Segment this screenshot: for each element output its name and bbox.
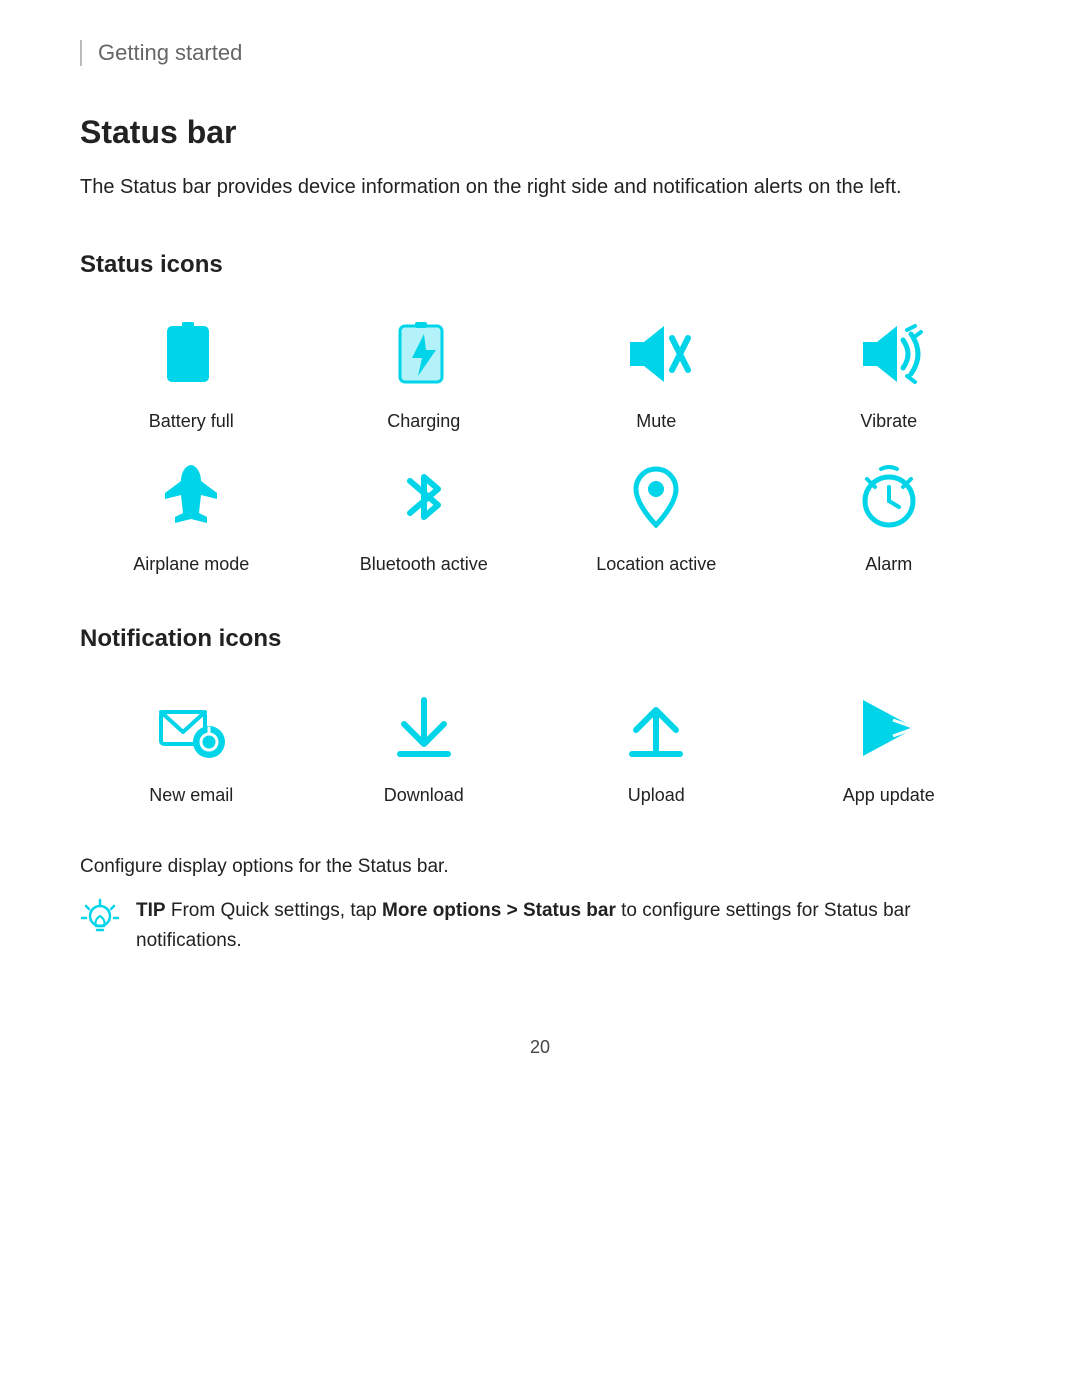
location-icon-box — [611, 452, 701, 542]
download-icon-box — [379, 683, 469, 773]
download-icon — [388, 692, 460, 764]
airplane-mode-item: Airplane mode — [80, 452, 303, 575]
bluetooth-label: Bluetooth active — [360, 554, 488, 575]
section-description: The Status bar provides device informati… — [80, 171, 1000, 203]
charging-item: Charging — [313, 309, 536, 432]
battery-full-label: Battery full — [149, 411, 234, 432]
tip-body: From Quick settings, tap — [166, 900, 382, 921]
airplane-mode-icon — [155, 461, 227, 533]
bluetooth-icon — [388, 461, 460, 533]
charging-icon — [388, 318, 460, 390]
tip-bold: More options > Status bar — [382, 900, 616, 921]
upload-icon-box — [611, 683, 701, 773]
battery-full-item: Battery full — [80, 309, 303, 432]
upload-label: Upload — [628, 785, 685, 806]
app-update-item: App update — [778, 683, 1001, 806]
app-update-icon-box — [844, 683, 934, 773]
notification-icons-grid: New email Download Upload — [80, 683, 1000, 806]
charging-label: Charging — [387, 411, 460, 432]
vibrate-icon-box — [844, 309, 934, 399]
configure-text: Configure display options for the Status… — [80, 856, 1000, 878]
download-label: Download — [384, 785, 464, 806]
new-email-icon — [155, 692, 227, 764]
new-email-label: New email — [149, 785, 233, 806]
location-item: Location active — [545, 452, 768, 575]
mute-label: Mute — [636, 411, 676, 432]
download-item: Download — [313, 683, 536, 806]
tip-box: TIP From Quick settings, tap More option… — [80, 896, 1000, 957]
bluetooth-icon-box — [379, 452, 469, 542]
status-icons-grid: Battery full Charging Mute — [80, 309, 1000, 575]
status-icons-heading: Status icons — [80, 251, 1000, 279]
page-title: Status bar — [80, 114, 1000, 151]
breadcrumb: Getting started — [80, 40, 1000, 66]
app-update-icon — [853, 692, 925, 764]
upload-icon — [620, 692, 692, 764]
location-label: Location active — [596, 554, 716, 575]
app-update-label: App update — [843, 785, 935, 806]
bluetooth-item: Bluetooth active — [313, 452, 536, 575]
charging-icon-box — [379, 309, 469, 399]
upload-item: Upload — [545, 683, 768, 806]
vibrate-label: Vibrate — [860, 411, 917, 432]
alarm-icon-box — [844, 452, 934, 542]
alarm-label: Alarm — [865, 554, 912, 575]
battery-full-icon — [155, 318, 227, 390]
page-number: 20 — [80, 1037, 1000, 1058]
mute-icon — [620, 318, 692, 390]
vibrate-icon — [853, 318, 925, 390]
vibrate-item: Vibrate — [778, 309, 1001, 432]
mute-icon-box — [611, 309, 701, 399]
tip-lightbulb-icon — [80, 898, 120, 938]
airplane-mode-icon-box — [146, 452, 236, 542]
new-email-icon-box — [146, 683, 236, 773]
notification-icons-heading: Notification icons — [80, 625, 1000, 653]
new-email-item: New email — [80, 683, 303, 806]
alarm-item: Alarm — [778, 452, 1001, 575]
tip-label: TIP — [136, 900, 166, 921]
alarm-icon — [853, 461, 925, 533]
airplane-mode-label: Airplane mode — [133, 554, 249, 575]
tip-text: TIP From Quick settings, tap More option… — [136, 896, 1000, 957]
battery-full-icon-box — [146, 309, 236, 399]
mute-item: Mute — [545, 309, 768, 432]
location-icon — [620, 461, 692, 533]
